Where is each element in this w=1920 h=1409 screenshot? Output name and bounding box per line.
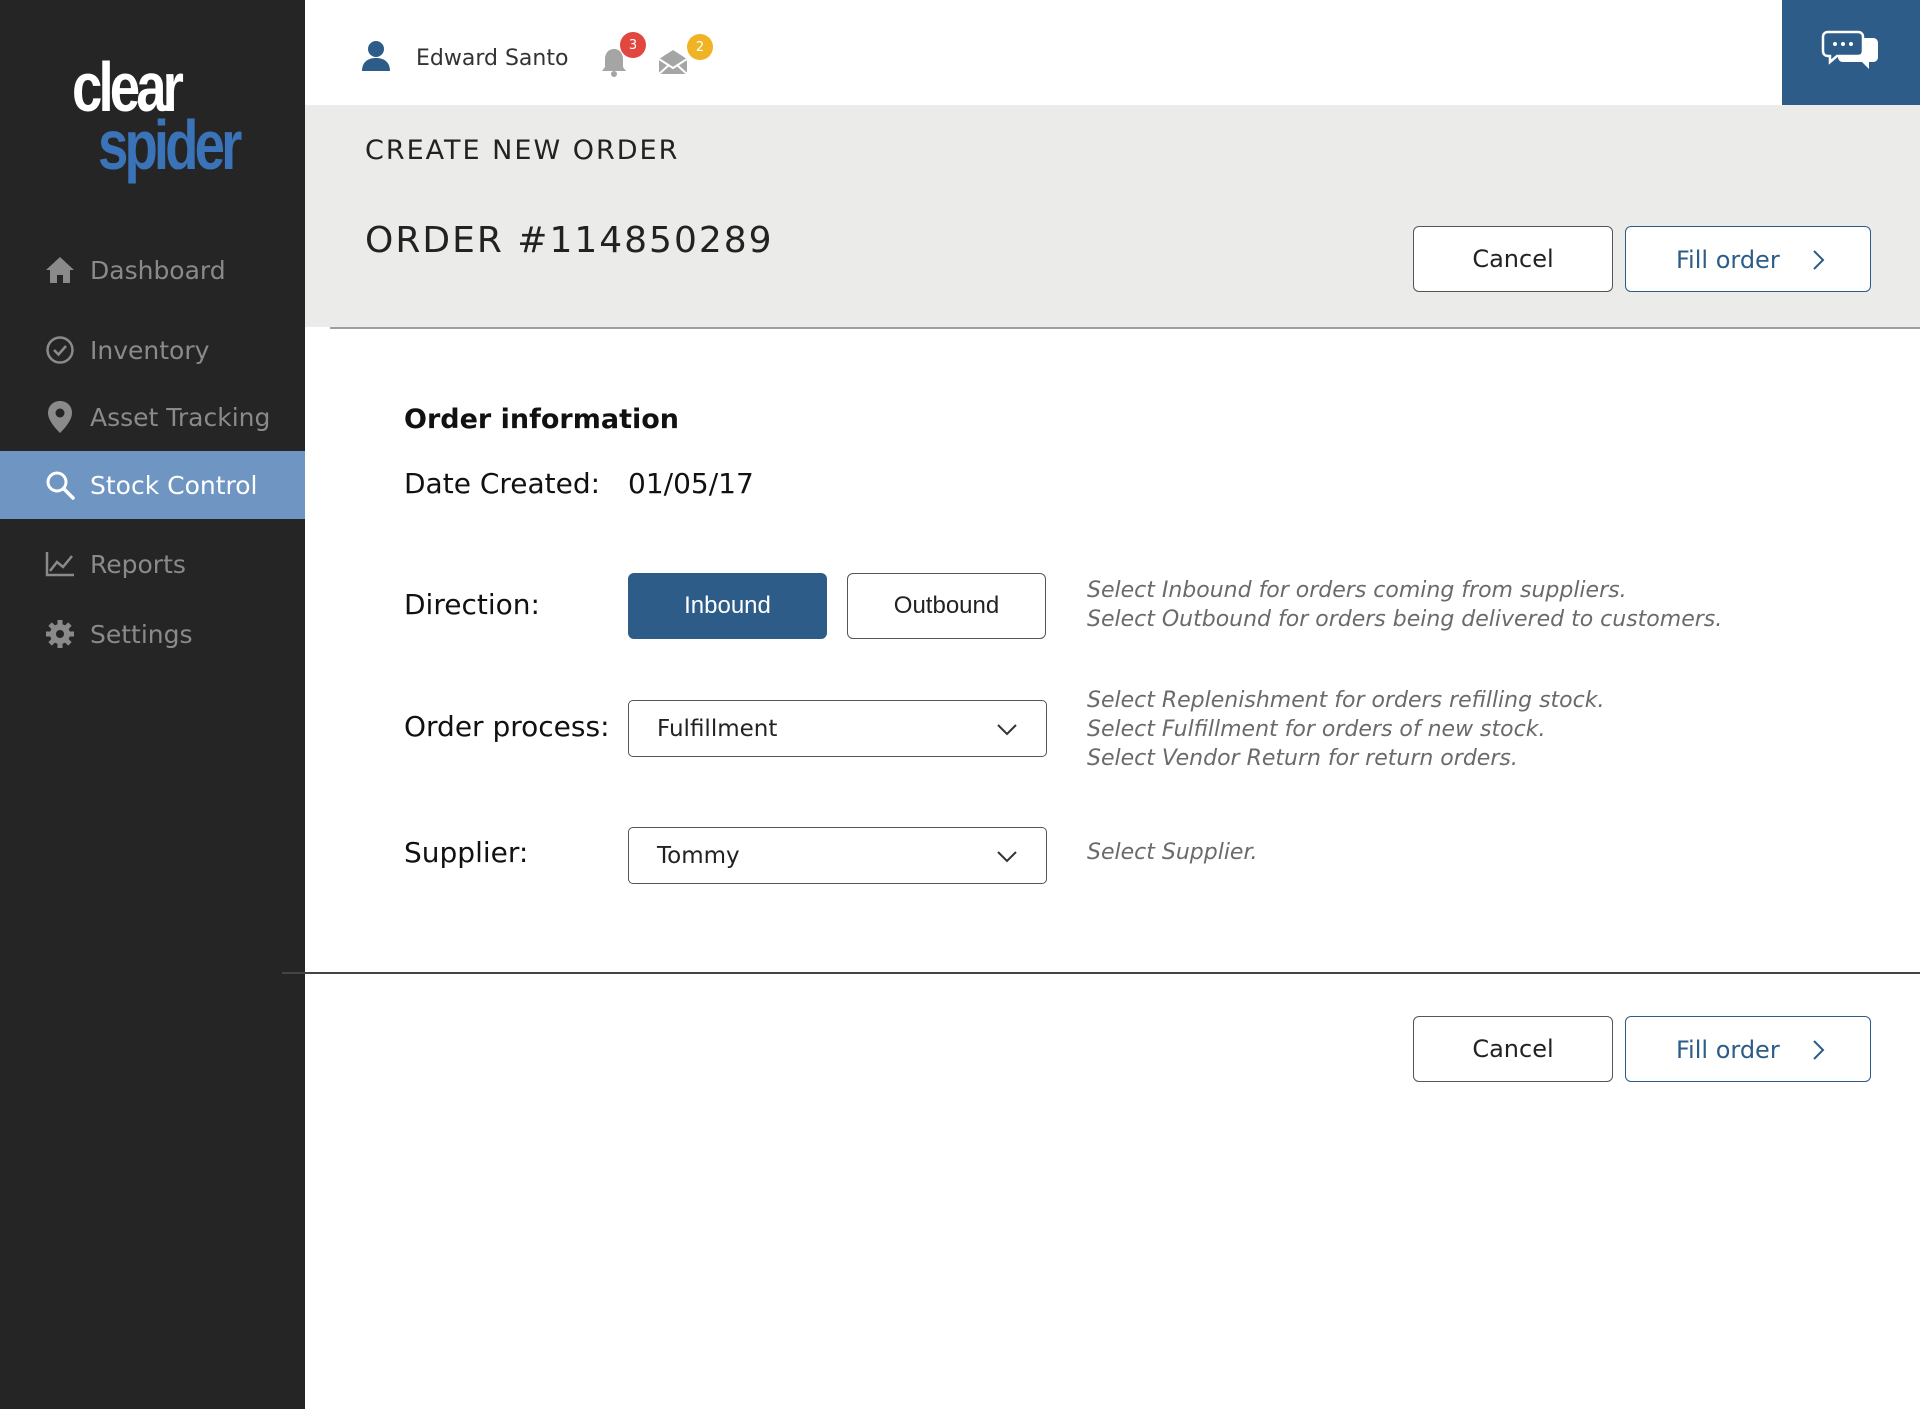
- hint-line: Select Outbound for orders being deliver…: [1087, 607, 1723, 632]
- home-icon: [44, 254, 76, 286]
- notifications-badge: 3: [620, 32, 646, 58]
- sidebar-item-inventory[interactable]: Inventory: [0, 316, 305, 384]
- fill-order-label: Fill order: [1676, 1036, 1780, 1064]
- sidebar-item-settings[interactable]: Settings: [0, 600, 305, 668]
- supplier-label: Supplier:: [404, 836, 529, 869]
- divider: [330, 327, 1920, 329]
- date-created-value: 01/05/17: [628, 467, 754, 500]
- chat-button[interactable]: [1782, 0, 1920, 105]
- clearspider-logo[interactable]: clear spider: [72, 52, 242, 192]
- fill-order-label: Fill order: [1676, 246, 1780, 274]
- chevron-right-icon: [1808, 1038, 1828, 1062]
- messages-badge: 2: [687, 34, 713, 60]
- mail-icon[interactable]: [657, 48, 689, 76]
- order-process-hint: Select Replenishment for orders refillin…: [1087, 686, 1604, 773]
- hint-line: Select Replenishment for orders refillin…: [1087, 688, 1605, 713]
- chevron-down-icon: [996, 719, 1018, 739]
- supplier-value: Tommy: [657, 842, 740, 869]
- search-icon: [44, 469, 76, 501]
- cancel-button-bottom[interactable]: Cancel: [1413, 1016, 1613, 1082]
- cancel-button-top[interactable]: Cancel: [1413, 226, 1613, 292]
- section-title: Order information: [404, 404, 679, 435]
- sidebar-item-reports[interactable]: Reports: [0, 530, 305, 598]
- direction-label: Direction:: [404, 588, 540, 621]
- date-created-label: Date Created:: [404, 467, 601, 500]
- order-process-select[interactable]: Fulfillment: [628, 700, 1047, 757]
- title-band: CREATE NEW ORDER ORDER #114850289: [305, 105, 1920, 327]
- sidebar-item-label: Settings: [90, 619, 193, 649]
- hint-line: Select Vendor Return for return orders.: [1087, 746, 1518, 771]
- user-name[interactable]: Edward Santo: [416, 46, 568, 71]
- logo-text-spider: spider: [98, 106, 242, 184]
- gear-icon: [44, 618, 76, 650]
- sidebar-item-label: Dashboard: [90, 255, 226, 285]
- sidebar-item-dashboard[interactable]: Dashboard: [0, 236, 305, 304]
- chevron-down-icon: [996, 846, 1018, 866]
- supplier-hint: Select Supplier.: [1087, 840, 1258, 865]
- check-circle-icon: [44, 334, 76, 366]
- fill-order-button-bottom[interactable]: Fill order: [1625, 1016, 1871, 1082]
- chat-bubbles-icon: [1821, 30, 1881, 76]
- hint-line: Select Inbound for orders coming from su…: [1087, 578, 1627, 603]
- hint-line: Select Fulfillment for orders of new sto…: [1087, 717, 1546, 742]
- divider: [282, 972, 1920, 974]
- sidebar-item-stock-control[interactable]: Stock Control: [0, 451, 305, 519]
- sidebar-item-label: Stock Control: [90, 470, 258, 500]
- sidebar-item-label: Inventory: [90, 335, 210, 365]
- supplier-select[interactable]: Tommy: [628, 827, 1047, 884]
- map-pin-icon: [44, 401, 76, 433]
- sidebar-item-label: Asset Tracking: [90, 402, 271, 432]
- order-process-value: Fulfillment: [657, 715, 778, 742]
- sidebar: clear spider Dashboard Inventory Asset T…: [0, 0, 305, 1409]
- fill-order-button-top[interactable]: Fill order: [1625, 226, 1871, 292]
- sidebar-item-label: Reports: [90, 549, 186, 579]
- order-process-label: Order process:: [404, 710, 610, 743]
- direction-inbound-button[interactable]: Inbound: [628, 573, 827, 639]
- chevron-right-icon: [1808, 248, 1828, 272]
- order-number: ORDER #114850289: [365, 220, 774, 261]
- top-header: Edward Santo 3 2: [305, 0, 1920, 105]
- direction-hint: Select Inbound for orders coming from su…: [1087, 576, 1722, 634]
- direction-outbound-button[interactable]: Outbound: [847, 573, 1046, 639]
- user-avatar-icon[interactable]: [361, 40, 391, 72]
- chart-icon: [44, 548, 76, 580]
- sidebar-item-asset-tracking[interactable]: Asset Tracking: [0, 383, 305, 451]
- page-title: CREATE NEW ORDER: [365, 135, 680, 166]
